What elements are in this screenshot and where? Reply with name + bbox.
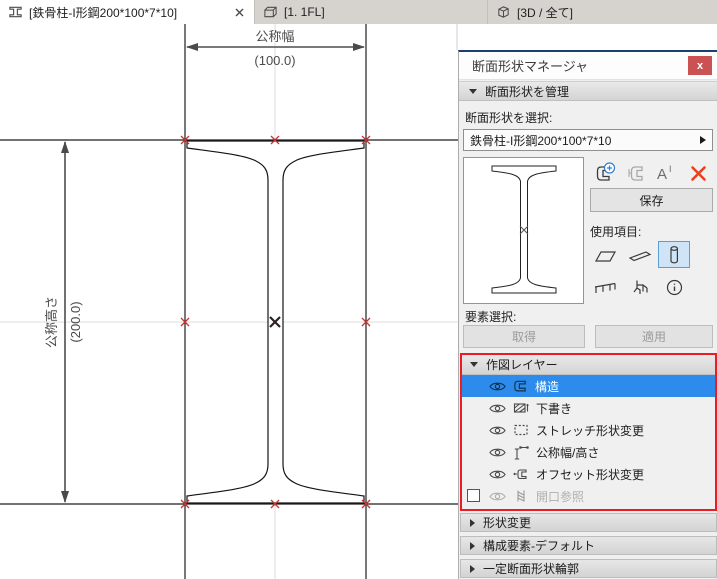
dropdown-arrow-icon bbox=[700, 136, 706, 144]
svg-text:I: I bbox=[669, 164, 672, 174]
eye-icon[interactable] bbox=[489, 403, 506, 414]
layer-label: 下書き bbox=[536, 401, 573, 416]
dim-arrow-top bbox=[61, 141, 69, 153]
use-with-wall-toggle[interactable] bbox=[589, 242, 621, 269]
section-header-label: 作図レイヤー bbox=[486, 358, 558, 372]
layer-label: 公称幅/高さ bbox=[536, 445, 600, 460]
tab-label: [鉄骨柱-I形鋼200*100*7*10] bbox=[29, 5, 178, 20]
opening-reference-checkbox[interactable] bbox=[467, 489, 480, 502]
tab-profile-editor[interactable]: [鉄骨柱-I形鋼200*100*7*10] bbox=[0, 0, 255, 24]
chevron-right-icon bbox=[470, 518, 475, 527]
duplicate-profile-icon bbox=[630, 166, 643, 181]
use-with-column-toggle[interactable] bbox=[658, 241, 690, 268]
section-header-constant-profile-outline[interactable]: 一定断面形状輪郭 bbox=[460, 559, 717, 578]
offset-layer-icon bbox=[513, 469, 527, 480]
profile-select-dropdown[interactable]: 鉄骨柱-I形鋼200*100*7*10 bbox=[463, 129, 713, 151]
layer-row-structure[interactable]: 構造 bbox=[462, 375, 715, 397]
tab-3d-view[interactable]: [3D / 全て] bbox=[488, 0, 717, 24]
section-header-manage-profiles[interactable]: 断面形状を管理 bbox=[459, 81, 717, 101]
wall-icon bbox=[594, 250, 616, 262]
section-header-shape-edit[interactable]: 形状変更 bbox=[460, 513, 717, 532]
i-beam-profile-icon bbox=[8, 5, 23, 19]
new-profile-button[interactable] bbox=[592, 161, 618, 185]
save-button[interactable]: 保存 bbox=[590, 188, 713, 212]
layer-label: オフセット形状変更 bbox=[536, 467, 645, 482]
chevron-right-icon bbox=[470, 564, 475, 573]
drawing-layers-highlight: 作図レイヤー 構造 下書き ストレッチ形状変更 公称幅/高さ オフセット形状変更 bbox=[460, 353, 717, 511]
eye-icon[interactable] bbox=[489, 447, 506, 458]
selected-profile-name: 鉄骨柱-I形鋼200*100*7*10 bbox=[470, 133, 612, 148]
layer-label: 構造 bbox=[535, 379, 560, 394]
floor-plan-icon bbox=[263, 5, 278, 19]
width-dim-label: 公称幅 bbox=[255, 29, 294, 44]
tab-floor-plan[interactable]: [1. 1FL] bbox=[255, 0, 488, 24]
use-with-info-toggle[interactable] bbox=[658, 274, 690, 301]
section-header-label: 一定断面形状輪郭 bbox=[483, 562, 580, 576]
opening-layer-icon bbox=[517, 490, 525, 502]
layer-row-offset[interactable]: オフセット形状変更 bbox=[462, 463, 715, 485]
chevron-down-icon bbox=[470, 362, 478, 367]
panel-close-button[interactable]: x bbox=[688, 56, 712, 75]
profile-manager-panel: 断面形状マネージャ x 断面形状を管理 断面形状を選択: 鉄骨柱-I形鋼200*… bbox=[458, 50, 717, 579]
chevron-down-icon bbox=[469, 88, 477, 94]
eye-icon[interactable] bbox=[489, 425, 506, 436]
section-header-drawing-layers[interactable]: 作図レイヤー bbox=[462, 355, 715, 375]
height-dim-value: (200.0) bbox=[68, 301, 83, 342]
use-with-object-toggle[interactable] bbox=[624, 274, 656, 301]
tab-bar: [鉄骨柱-I形鋼200*100*7*10] [1. 1FL] [3D / 全て] bbox=[0, 0, 717, 24]
profile-drawing: 公称幅 (100.0) 公称高さ (200.0) bbox=[0, 24, 458, 579]
use-with-beam-toggle[interactable] bbox=[624, 242, 656, 269]
element-select-label: 要素選択: bbox=[465, 310, 517, 324]
layer-row-draft[interactable]: 下書き bbox=[462, 397, 715, 419]
eye-icon[interactable] bbox=[489, 381, 506, 392]
width-dim-value: (100.0) bbox=[254, 53, 295, 68]
use-with-railing-toggle[interactable] bbox=[589, 274, 621, 301]
nominal-size-layer-icon bbox=[514, 445, 529, 460]
profile-layer-icon bbox=[514, 380, 526, 392]
section-header-label: 構成要素-デフォルト bbox=[483, 539, 595, 553]
section-header-label: 形状変更 bbox=[483, 516, 532, 530]
tab-label: [1. 1FL] bbox=[284, 5, 325, 19]
chevron-right-icon bbox=[470, 541, 475, 550]
profile-preview bbox=[463, 157, 584, 304]
section-header-label: 断面形状を管理 bbox=[485, 84, 570, 99]
dim-arrow-right bbox=[353, 43, 365, 51]
object-icon bbox=[633, 280, 648, 294]
select-profile-label: 断面形状を選択: bbox=[465, 111, 553, 125]
dim-arrow-left bbox=[186, 43, 198, 51]
delete-profile-button[interactable] bbox=[685, 161, 711, 185]
tab-close-icon[interactable] bbox=[233, 6, 246, 19]
layer-row-stretch[interactable]: ストレッチ形状変更 bbox=[462, 419, 715, 441]
railing-icon bbox=[594, 282, 616, 293]
tab-label: [3D / 全て] bbox=[517, 5, 574, 20]
rename-icon: A bbox=[657, 166, 667, 183]
stretch-layer-icon bbox=[514, 424, 528, 436]
draft-layer-icon bbox=[513, 403, 529, 413]
profile-preview-drawing bbox=[491, 165, 557, 294]
layer-label: ストレッチ形状変更 bbox=[536, 423, 645, 438]
section-header-components-default[interactable]: 構成要素-デフォルト bbox=[460, 536, 717, 555]
eye-icon[interactable] bbox=[489, 469, 506, 480]
dim-arrow-bottom bbox=[61, 491, 69, 503]
panel-title: 断面形状マネージャ bbox=[459, 52, 717, 80]
layer-label: 開口参照 bbox=[536, 489, 585, 504]
rename-profile-button[interactable]: A I bbox=[653, 161, 679, 185]
get-button[interactable]: 取得 bbox=[463, 325, 585, 348]
use-with-label: 使用項目: bbox=[590, 225, 642, 239]
apply-button[interactable]: 適用 bbox=[595, 325, 713, 348]
duplicate-profile-button[interactable] bbox=[623, 161, 649, 185]
delete-icon bbox=[690, 165, 706, 181]
eye-icon[interactable] bbox=[489, 491, 506, 502]
3d-view-icon bbox=[496, 5, 511, 19]
height-dim-label: 公称高さ bbox=[44, 296, 59, 348]
layer-row-opening-reference[interactable]: 開口参照 bbox=[462, 485, 715, 507]
beam-icon bbox=[628, 251, 651, 262]
layer-row-nominal-size[interactable]: 公称幅/高さ bbox=[462, 441, 715, 463]
